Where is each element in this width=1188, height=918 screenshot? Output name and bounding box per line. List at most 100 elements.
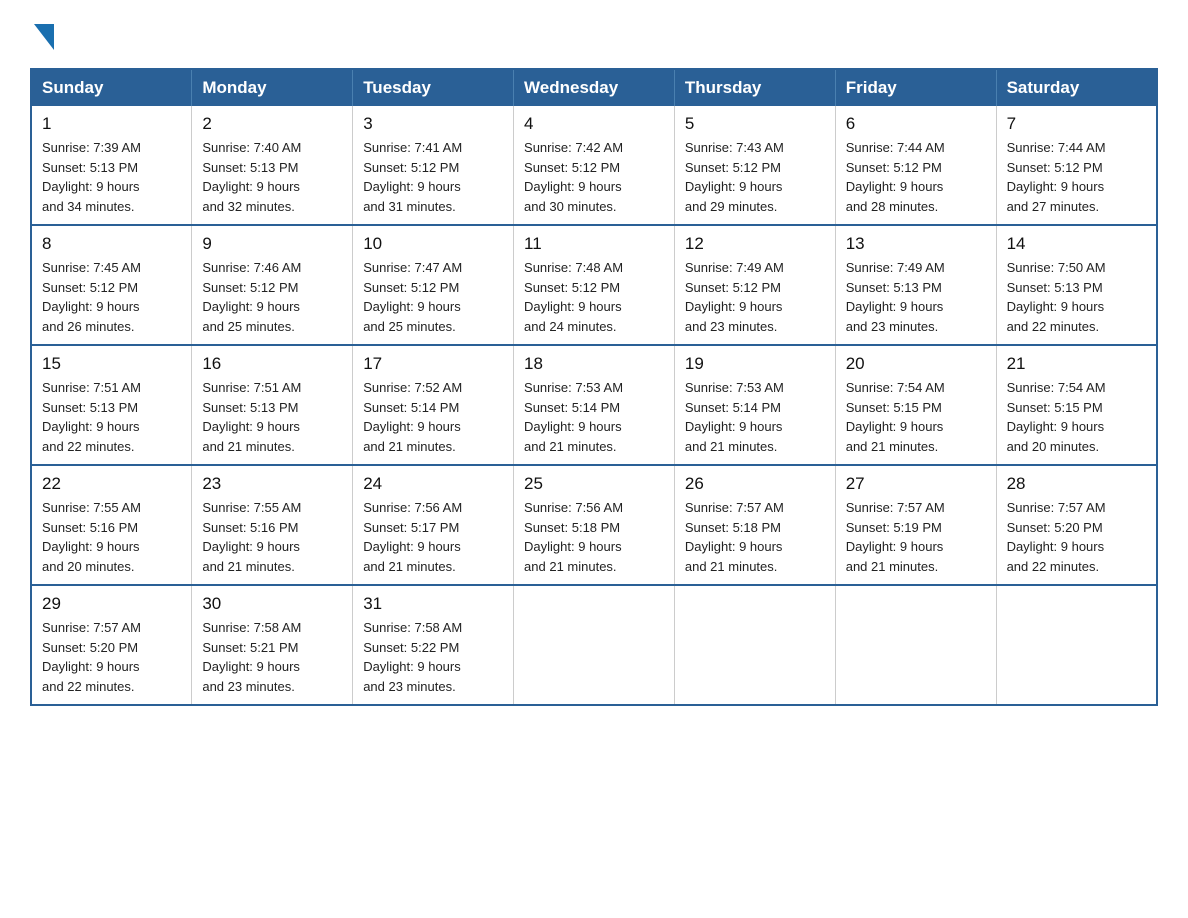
day-info: Sunrise: 7:41 AM Sunset: 5:12 PM Dayligh… <box>363 138 503 216</box>
calendar-day-cell: 8 Sunrise: 7:45 AM Sunset: 5:12 PM Dayli… <box>31 225 192 345</box>
calendar-week-row: 8 Sunrise: 7:45 AM Sunset: 5:12 PM Dayli… <box>31 225 1157 345</box>
day-number: 5 <box>685 114 825 134</box>
day-number: 24 <box>363 474 503 494</box>
day-info: Sunrise: 7:53 AM Sunset: 5:14 PM Dayligh… <box>685 378 825 456</box>
day-info: Sunrise: 7:50 AM Sunset: 5:13 PM Dayligh… <box>1007 258 1146 336</box>
day-number: 21 <box>1007 354 1146 374</box>
day-info: Sunrise: 7:57 AM Sunset: 5:19 PM Dayligh… <box>846 498 986 576</box>
calendar-day-cell: 21 Sunrise: 7:54 AM Sunset: 5:15 PM Dayl… <box>996 345 1157 465</box>
day-number: 7 <box>1007 114 1146 134</box>
calendar-day-cell: 14 Sunrise: 7:50 AM Sunset: 5:13 PM Dayl… <box>996 225 1157 345</box>
day-info: Sunrise: 7:39 AM Sunset: 5:13 PM Dayligh… <box>42 138 181 216</box>
calendar-day-cell: 15 Sunrise: 7:51 AM Sunset: 5:13 PM Dayl… <box>31 345 192 465</box>
calendar-day-cell: 6 Sunrise: 7:44 AM Sunset: 5:12 PM Dayli… <box>835 106 996 225</box>
calendar-day-cell: 4 Sunrise: 7:42 AM Sunset: 5:12 PM Dayli… <box>514 106 675 225</box>
day-info: Sunrise: 7:42 AM Sunset: 5:12 PM Dayligh… <box>524 138 664 216</box>
calendar-table: SundayMondayTuesdayWednesdayThursdayFrid… <box>30 68 1158 706</box>
weekday-header: Tuesday <box>353 69 514 106</box>
day-info: Sunrise: 7:45 AM Sunset: 5:12 PM Dayligh… <box>42 258 181 336</box>
day-info: Sunrise: 7:40 AM Sunset: 5:13 PM Dayligh… <box>202 138 342 216</box>
day-number: 2 <box>202 114 342 134</box>
day-number: 27 <box>846 474 986 494</box>
day-number: 19 <box>685 354 825 374</box>
calendar-day-cell: 22 Sunrise: 7:55 AM Sunset: 5:16 PM Dayl… <box>31 465 192 585</box>
calendar-day-cell: 20 Sunrise: 7:54 AM Sunset: 5:15 PM Dayl… <box>835 345 996 465</box>
calendar-week-row: 15 Sunrise: 7:51 AM Sunset: 5:13 PM Dayl… <box>31 345 1157 465</box>
weekday-header: Saturday <box>996 69 1157 106</box>
calendar-day-cell: 17 Sunrise: 7:52 AM Sunset: 5:14 PM Dayl… <box>353 345 514 465</box>
day-info: Sunrise: 7:51 AM Sunset: 5:13 PM Dayligh… <box>42 378 181 456</box>
day-number: 15 <box>42 354 181 374</box>
weekday-header: Thursday <box>674 69 835 106</box>
day-info: Sunrise: 7:49 AM Sunset: 5:13 PM Dayligh… <box>846 258 986 336</box>
day-info: Sunrise: 7:56 AM Sunset: 5:18 PM Dayligh… <box>524 498 664 576</box>
day-info: Sunrise: 7:49 AM Sunset: 5:12 PM Dayligh… <box>685 258 825 336</box>
page-header <box>30 24 1158 50</box>
calendar-day-cell: 27 Sunrise: 7:57 AM Sunset: 5:19 PM Dayl… <box>835 465 996 585</box>
calendar-day-cell: 30 Sunrise: 7:58 AM Sunset: 5:21 PM Dayl… <box>192 585 353 705</box>
calendar-day-cell: 26 Sunrise: 7:57 AM Sunset: 5:18 PM Dayl… <box>674 465 835 585</box>
calendar-day-cell <box>835 585 996 705</box>
calendar-day-cell <box>514 585 675 705</box>
day-number: 30 <box>202 594 342 614</box>
calendar-day-cell: 25 Sunrise: 7:56 AM Sunset: 5:18 PM Dayl… <box>514 465 675 585</box>
day-number: 25 <box>524 474 664 494</box>
day-number: 20 <box>846 354 986 374</box>
day-info: Sunrise: 7:44 AM Sunset: 5:12 PM Dayligh… <box>846 138 986 216</box>
day-number: 23 <box>202 474 342 494</box>
day-number: 12 <box>685 234 825 254</box>
calendar-day-cell: 16 Sunrise: 7:51 AM Sunset: 5:13 PM Dayl… <box>192 345 353 465</box>
day-info: Sunrise: 7:48 AM Sunset: 5:12 PM Dayligh… <box>524 258 664 336</box>
day-number: 31 <box>363 594 503 614</box>
calendar-day-cell: 31 Sunrise: 7:58 AM Sunset: 5:22 PM Dayl… <box>353 585 514 705</box>
calendar-day-cell: 2 Sunrise: 7:40 AM Sunset: 5:13 PM Dayli… <box>192 106 353 225</box>
weekday-header: Friday <box>835 69 996 106</box>
day-info: Sunrise: 7:57 AM Sunset: 5:18 PM Dayligh… <box>685 498 825 576</box>
day-number: 17 <box>363 354 503 374</box>
logo-text <box>30 24 56 50</box>
day-number: 8 <box>42 234 181 254</box>
day-info: Sunrise: 7:47 AM Sunset: 5:12 PM Dayligh… <box>363 258 503 336</box>
day-info: Sunrise: 7:46 AM Sunset: 5:12 PM Dayligh… <box>202 258 342 336</box>
day-number: 3 <box>363 114 503 134</box>
day-info: Sunrise: 7:51 AM Sunset: 5:13 PM Dayligh… <box>202 378 342 456</box>
logo-arrow-icon <box>34 24 54 50</box>
calendar-day-cell: 29 Sunrise: 7:57 AM Sunset: 5:20 PM Dayl… <box>31 585 192 705</box>
logo[interactable] <box>30 24 56 50</box>
calendar-day-cell: 7 Sunrise: 7:44 AM Sunset: 5:12 PM Dayli… <box>996 106 1157 225</box>
calendar-day-cell: 9 Sunrise: 7:46 AM Sunset: 5:12 PM Dayli… <box>192 225 353 345</box>
day-number: 29 <box>42 594 181 614</box>
day-number: 28 <box>1007 474 1146 494</box>
calendar-day-cell: 5 Sunrise: 7:43 AM Sunset: 5:12 PM Dayli… <box>674 106 835 225</box>
weekday-header: Sunday <box>31 69 192 106</box>
calendar-day-cell: 24 Sunrise: 7:56 AM Sunset: 5:17 PM Dayl… <box>353 465 514 585</box>
day-number: 1 <box>42 114 181 134</box>
calendar-header-row: SundayMondayTuesdayWednesdayThursdayFrid… <box>31 69 1157 106</box>
day-number: 4 <box>524 114 664 134</box>
day-info: Sunrise: 7:55 AM Sunset: 5:16 PM Dayligh… <box>42 498 181 576</box>
calendar-day-cell: 19 Sunrise: 7:53 AM Sunset: 5:14 PM Dayl… <box>674 345 835 465</box>
day-info: Sunrise: 7:58 AM Sunset: 5:21 PM Dayligh… <box>202 618 342 696</box>
day-info: Sunrise: 7:52 AM Sunset: 5:14 PM Dayligh… <box>363 378 503 456</box>
calendar-week-row: 29 Sunrise: 7:57 AM Sunset: 5:20 PM Dayl… <box>31 585 1157 705</box>
calendar-day-cell <box>674 585 835 705</box>
day-info: Sunrise: 7:54 AM Sunset: 5:15 PM Dayligh… <box>846 378 986 456</box>
calendar-week-row: 1 Sunrise: 7:39 AM Sunset: 5:13 PM Dayli… <box>31 106 1157 225</box>
calendar-day-cell: 28 Sunrise: 7:57 AM Sunset: 5:20 PM Dayl… <box>996 465 1157 585</box>
day-number: 13 <box>846 234 986 254</box>
day-number: 16 <box>202 354 342 374</box>
calendar-week-row: 22 Sunrise: 7:55 AM Sunset: 5:16 PM Dayl… <box>31 465 1157 585</box>
weekday-header: Monday <box>192 69 353 106</box>
day-info: Sunrise: 7:54 AM Sunset: 5:15 PM Dayligh… <box>1007 378 1146 456</box>
day-info: Sunrise: 7:43 AM Sunset: 5:12 PM Dayligh… <box>685 138 825 216</box>
calendar-day-cell: 10 Sunrise: 7:47 AM Sunset: 5:12 PM Dayl… <box>353 225 514 345</box>
day-number: 22 <box>42 474 181 494</box>
day-number: 26 <box>685 474 825 494</box>
day-number: 9 <box>202 234 342 254</box>
calendar-day-cell: 3 Sunrise: 7:41 AM Sunset: 5:12 PM Dayli… <box>353 106 514 225</box>
calendar-day-cell: 23 Sunrise: 7:55 AM Sunset: 5:16 PM Dayl… <box>192 465 353 585</box>
day-info: Sunrise: 7:58 AM Sunset: 5:22 PM Dayligh… <box>363 618 503 696</box>
calendar-day-cell: 18 Sunrise: 7:53 AM Sunset: 5:14 PM Dayl… <box>514 345 675 465</box>
day-info: Sunrise: 7:53 AM Sunset: 5:14 PM Dayligh… <box>524 378 664 456</box>
day-info: Sunrise: 7:55 AM Sunset: 5:16 PM Dayligh… <box>202 498 342 576</box>
